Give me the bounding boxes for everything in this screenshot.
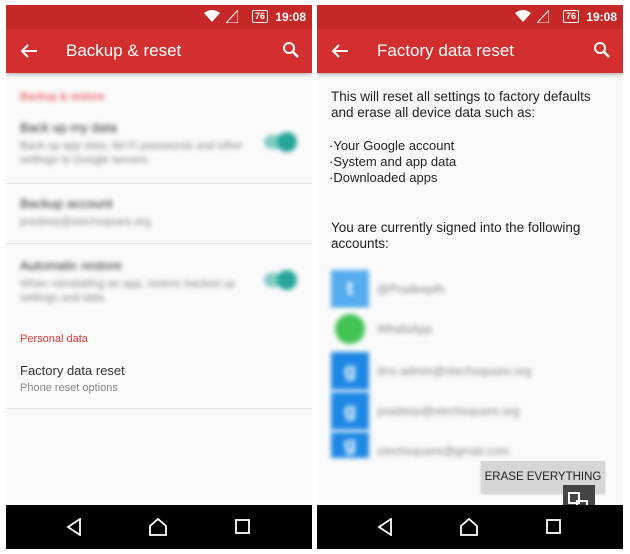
search-icon[interactable] [593,41,611,59]
setting-title: Backup account [20,196,113,211]
battery-indicator: 76 [251,10,268,23]
account-name: stechsquare@gmail.com [377,444,510,458]
battery-indicator: 76 [562,10,579,23]
page-title: Backup & reset [66,41,182,60]
nav-back-icon[interactable] [66,518,82,536]
setting-title: Automatic restore [20,258,122,273]
status-bar: 76 19:08 [6,5,312,29]
reset-description: This will reset all settings to factory … [331,89,591,120]
navigation-bar [6,505,312,549]
bullet-item: ·Your Google account [329,138,455,153]
bullet-item: ·Downloaded apps [329,170,438,185]
wifi-icon [515,10,531,22]
setting-subtitle: Back up app data, Wi-Fi passwords and ot… [20,140,243,166]
navigation-bar [317,505,623,549]
app-bar: Factory data reset [317,29,623,73]
google-account-icon: g [331,392,369,430]
setting-subtitle: When reinstalling an app, restore backed… [20,278,236,304]
nav-recents-icon[interactable] [235,519,250,534]
nav-recents-icon[interactable] [546,519,561,534]
clock: 19:08 [586,10,617,24]
account-name: WhatsApp [377,322,433,336]
factory-reset-screen: 76 19:08 Factory data reset This will re… [317,5,623,549]
backup-reset-screen: 76 19:08 Backup & reset Backup & restore… [6,5,312,549]
account-name: pradeep@stechsquare.org [377,404,520,418]
auto-restore-toggle[interactable] [264,270,297,290]
signal-icon [537,10,549,23]
backup-toggle[interactable] [264,132,297,152]
account-name: @Pradeepth [377,282,445,296]
section-header-personal-data: Personal data [20,333,88,345]
signal-icon [226,10,238,23]
setting-title: Back up my data [20,120,117,135]
section-header-backup: Backup & restore [20,91,105,103]
signed-in-text: You are currently signed into the follow… [331,220,581,251]
search-icon[interactable] [282,41,300,59]
nav-home-icon[interactable] [148,517,168,537]
whatsapp-icon [331,310,369,348]
nav-back-icon[interactable] [377,518,393,536]
account-name: dns-admin@stechsquare.org [377,364,532,378]
page-title: Factory data reset [377,41,515,60]
google-account-icon: g [331,352,369,390]
back-arrow-icon[interactable] [331,42,349,60]
setting-title: Factory data reset [20,363,125,378]
clock: 19:08 [275,10,306,24]
app-bar: Backup & reset [6,29,312,73]
wifi-icon [204,10,220,22]
back-arrow-icon[interactable] [20,42,38,60]
twitter-icon: t [331,270,369,308]
google-account-icon: g [331,432,369,458]
status-bar: 76 19:08 [317,5,623,29]
divider [6,243,312,244]
bullet-item: ·System and app data [329,154,457,169]
setting-subtitle: pradeep@stechsquare.org [20,216,151,228]
divider [6,408,312,409]
setting-subtitle: Phone reset options [20,382,118,394]
divider [6,183,312,184]
nav-home-icon[interactable] [459,517,479,537]
